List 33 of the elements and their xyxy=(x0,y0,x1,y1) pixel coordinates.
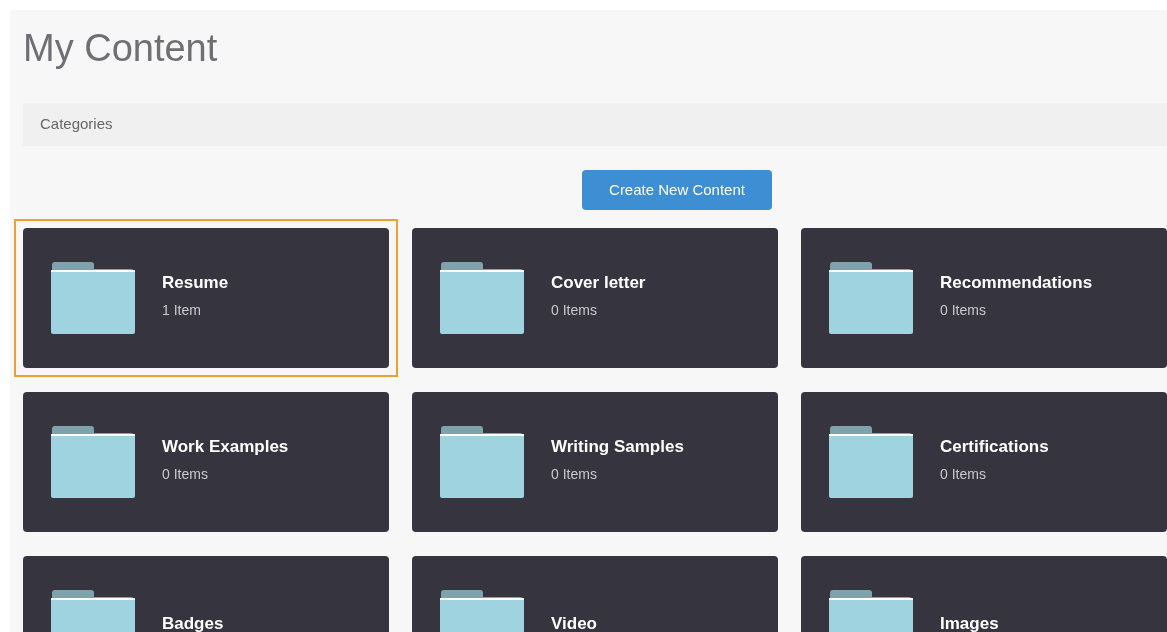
item-count: 0 Items xyxy=(940,464,987,484)
item-count: 0 Items xyxy=(940,300,987,320)
folder-icon xyxy=(829,425,913,499)
folder-name: Video xyxy=(551,613,597,632)
folder-card[interactable]: Resume 1 Item xyxy=(14,219,398,377)
folder-name: Work Examples xyxy=(162,435,289,458)
folder-icon xyxy=(440,425,524,499)
folder-name: Certifications xyxy=(940,435,1049,458)
folder-card[interactable]: Writing Samples 0 Items xyxy=(403,383,787,541)
folder-name: Images xyxy=(940,613,999,632)
categories-bar[interactable]: Categories xyxy=(23,103,1167,146)
folder-name: Cover letter xyxy=(551,271,646,294)
folder-icon xyxy=(829,261,913,335)
folder-card[interactable]: Work Examples 0 Items xyxy=(14,383,398,541)
folder-card[interactable]: Badges xyxy=(14,547,398,632)
folder-card[interactable]: Recommendations 0 Items xyxy=(792,219,1167,377)
folder-card[interactable]: Video xyxy=(403,547,787,632)
folder-name: Writing Samples xyxy=(551,435,684,458)
folder-name: Resume xyxy=(162,271,229,294)
item-count: 0 Items xyxy=(162,464,209,484)
folder-name: Badges xyxy=(162,613,224,632)
item-count: 0 Items xyxy=(551,300,598,320)
page-title: My Content xyxy=(23,26,219,70)
folder-card[interactable]: Certifications 0 Items xyxy=(792,383,1167,541)
folder-icon xyxy=(51,425,135,499)
folder-icon xyxy=(440,261,524,335)
folder-card[interactable]: Cover letter 0 Items xyxy=(403,219,787,377)
folder-card[interactable]: Images xyxy=(792,547,1167,632)
folder-name: Recommendations xyxy=(940,271,1093,294)
item-count: 1 Item xyxy=(162,300,202,320)
folder-icon xyxy=(51,261,135,335)
item-count: 0 Items xyxy=(551,464,598,484)
create-content-button[interactable]: Create New Content xyxy=(582,170,772,210)
